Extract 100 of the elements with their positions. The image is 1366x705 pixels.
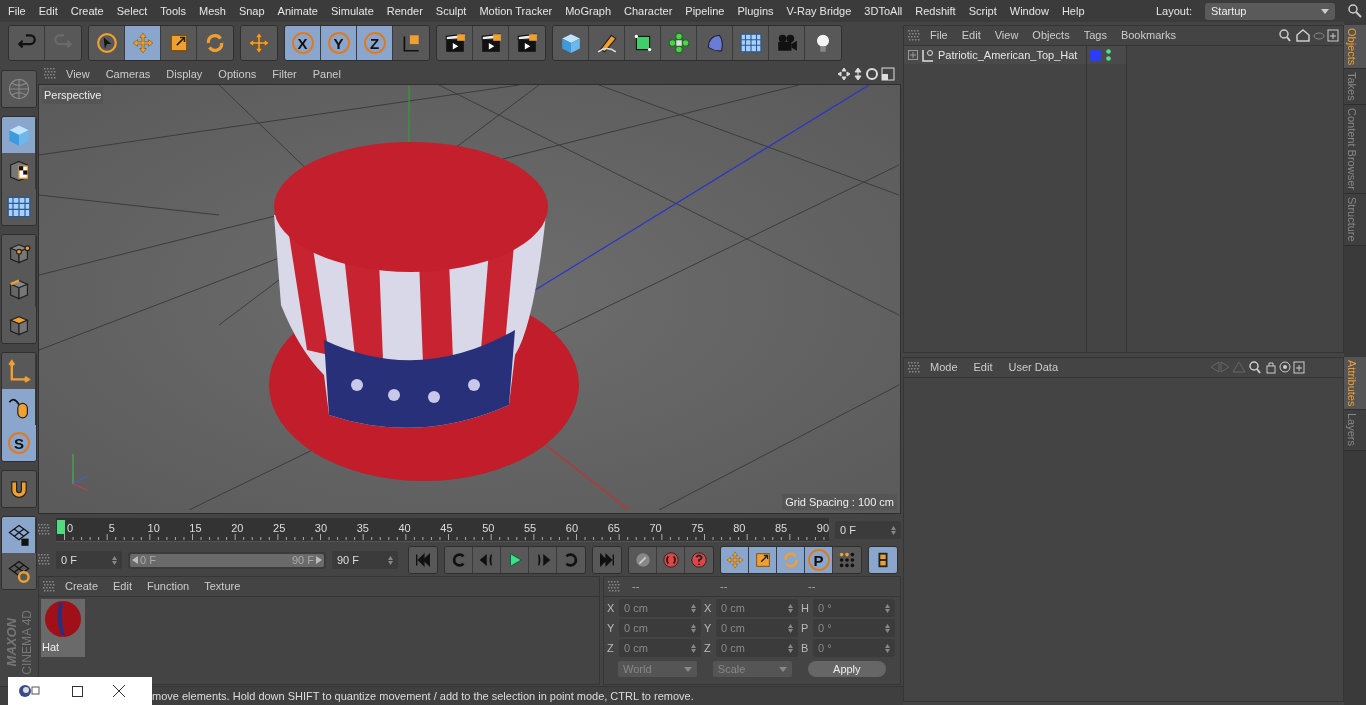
number-field[interactable]: 0 F bbox=[56, 551, 122, 569]
side-tab[interactable]: Attributes bbox=[1344, 357, 1366, 411]
number-field[interactable]: 90 F bbox=[332, 551, 398, 569]
viewport-controls-icon[interactable] bbox=[837, 67, 895, 81]
menu-item[interactable]: Tools bbox=[160, 2, 186, 20]
skip-start-icon bbox=[414, 551, 432, 569]
menu-item[interactable]: Animate bbox=[277, 2, 318, 20]
menu-item[interactable]: Function bbox=[147, 578, 190, 595]
menu-item[interactable]: Panel bbox=[312, 65, 341, 83]
number-field[interactable]: 0 cm bbox=[716, 599, 798, 617]
panel-controls-icon[interactable] bbox=[1279, 29, 1339, 42]
number-field[interactable]: 0 ° bbox=[813, 619, 895, 637]
menu-item[interactable]: File bbox=[8, 2, 26, 20]
close-icon[interactable] bbox=[113, 685, 125, 697]
number-field[interactable]: 0 ° bbox=[813, 599, 895, 617]
number-field[interactable]: 0 cm bbox=[716, 619, 798, 637]
tool-button[interactable] bbox=[2, 471, 36, 507]
grid-lock-icon bbox=[6, 523, 31, 547]
tool-button[interactable] bbox=[2, 553, 36, 589]
tool-button[interactable] bbox=[2, 117, 36, 153]
side-tab[interactable]: Objects bbox=[1344, 25, 1366, 70]
menu-item[interactable]: Texture bbox=[204, 578, 241, 595]
layout-dropdown[interactable]: Startup bbox=[1205, 2, 1335, 20]
menu-item[interactable]: Tags bbox=[1083, 27, 1107, 44]
tool-button[interactable]: S bbox=[2, 425, 36, 461]
viewport[interactable]: Perspective Grid Spacing : 100 cm bbox=[38, 84, 901, 514]
menu-item[interactable]: 3DToAll bbox=[864, 2, 903, 20]
number-field[interactable]: 0 cm bbox=[716, 639, 798, 657]
menu-item[interactable]: Motion Tracker bbox=[479, 2, 553, 20]
tool-button[interactable]: Z bbox=[357, 26, 393, 60]
menu-item[interactable]: Create bbox=[65, 578, 99, 595]
number-field[interactable]: 0 ° bbox=[813, 639, 895, 657]
tool-button[interactable] bbox=[625, 26, 661, 60]
menu-item[interactable]: Simulate bbox=[330, 2, 374, 20]
menu-item[interactable]: Options bbox=[218, 65, 257, 83]
timeline-ruler[interactable]: 0 5 10 15 20 25 30 35 40 45 50 55 60 65 70 75 80 85 90 bbox=[56, 518, 829, 542]
menu-item[interactable]: View bbox=[66, 65, 90, 83]
menu-item[interactable]: Help bbox=[1061, 2, 1085, 20]
menu-item[interactable]: Plugins bbox=[737, 2, 774, 20]
menu-item[interactable]: Create bbox=[70, 2, 104, 20]
number-field[interactable]: 0 cm bbox=[619, 639, 701, 657]
tool-button[interactable] bbox=[629, 547, 657, 573]
tool-button[interactable] bbox=[733, 26, 769, 60]
tool-button[interactable] bbox=[393, 26, 429, 60]
menu-item[interactable]: View bbox=[994, 27, 1019, 44]
tool-button[interactable] bbox=[509, 26, 545, 60]
menu-item[interactable]: MoGraph bbox=[565, 2, 612, 20]
tool-button[interactable] bbox=[869, 547, 897, 573]
menu-item[interactable]: Select bbox=[116, 2, 148, 20]
menu-item[interactable]: Character bbox=[624, 2, 673, 20]
menu-item[interactable]: Edit bbox=[38, 2, 58, 20]
tool-button[interactable] bbox=[2, 153, 36, 189]
tool-button[interactable]: P bbox=[805, 547, 833, 573]
menu-item[interactable]: Redshift bbox=[915, 2, 956, 20]
tool-button[interactable] bbox=[473, 26, 509, 60]
menu-item[interactable]: Mesh bbox=[199, 2, 226, 20]
menu-item[interactable]: Window bbox=[1009, 2, 1049, 20]
tool-button[interactable] bbox=[2, 517, 36, 553]
tool-button[interactable] bbox=[553, 26, 589, 60]
menu-item[interactable]: Snap bbox=[238, 2, 265, 20]
number-field[interactable]: 0 cm bbox=[619, 619, 701, 637]
minimized-window[interactable] bbox=[8, 677, 152, 705]
tool-button[interactable] bbox=[501, 547, 529, 573]
tool-button[interactable] bbox=[437, 26, 473, 60]
tool-button[interactable]: X bbox=[285, 26, 321, 60]
number-field[interactable]: 0 F bbox=[835, 521, 901, 539]
tool-button[interactable] bbox=[833, 547, 861, 573]
menu-item[interactable]: V-Ray Bridge bbox=[786, 2, 852, 20]
tool-button[interactable] bbox=[589, 26, 625, 60]
tool-button[interactable] bbox=[805, 26, 841, 60]
menu-item[interactable]: Mode bbox=[930, 359, 958, 376]
menu-item[interactable]: Display bbox=[166, 65, 203, 83]
menu-item[interactable]: Script bbox=[968, 2, 997, 20]
clapperboard-icon bbox=[479, 32, 502, 54]
number-field[interactable]: 0 cm bbox=[619, 599, 701, 617]
menu-item[interactable]: Edit bbox=[961, 27, 981, 44]
tool-button[interactable] bbox=[2, 307, 36, 343]
object-row[interactable]: Patriotic_American_Top_Hat bbox=[904, 46, 1086, 64]
menu-item[interactable]: Render bbox=[386, 2, 423, 20]
maximize-icon[interactable] bbox=[72, 685, 83, 697]
menu-item[interactable]: Edit bbox=[113, 578, 132, 595]
tool-button[interactable]: Y bbox=[321, 26, 357, 60]
menu-item[interactable]: Edit bbox=[973, 359, 993, 376]
menu-item[interactable]: User Data bbox=[1008, 359, 1059, 376]
tool-button[interactable] bbox=[661, 26, 697, 60]
menu-item[interactable]: Bookmarks bbox=[1120, 27, 1176, 44]
menu-item[interactable]: Cameras bbox=[105, 65, 151, 83]
visibility-dots-icon[interactable] bbox=[1106, 49, 1111, 61]
layer-color-swatch[interactable] bbox=[1090, 49, 1101, 61]
menu-item[interactable]: Sculpt bbox=[435, 2, 467, 20]
menu-item[interactable]: File bbox=[930, 27, 948, 44]
apply-button[interactable]: Apply bbox=[807, 661, 886, 677]
tool-button[interactable] bbox=[89, 26, 125, 60]
menu-item[interactable]: Filter bbox=[272, 65, 297, 83]
menu-item[interactable]: Objects bbox=[1032, 27, 1070, 44]
menu-item[interactable]: Pipeline bbox=[685, 2, 725, 20]
search-icon[interactable] bbox=[1348, 4, 1362, 18]
tool-button[interactable] bbox=[2, 389, 36, 425]
material-swatch[interactable]: Hat bbox=[41, 599, 85, 657]
expand-icon[interactable] bbox=[908, 50, 918, 60]
